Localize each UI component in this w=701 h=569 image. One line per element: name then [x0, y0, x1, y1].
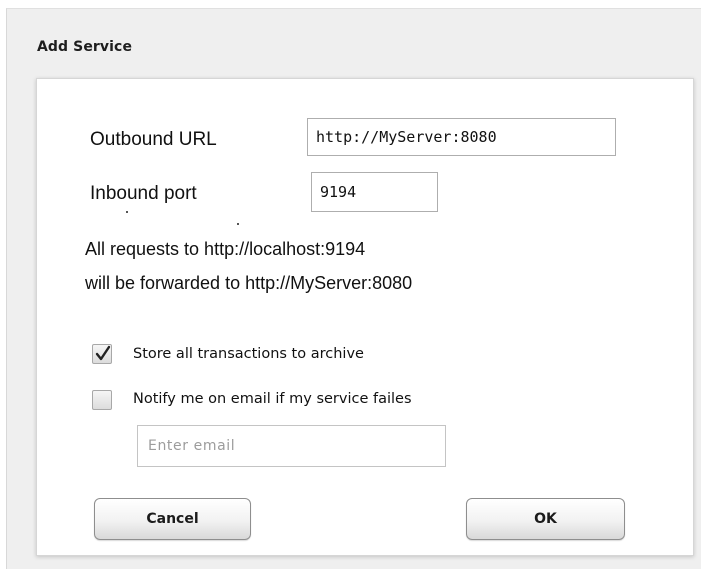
stray-dot — [237, 223, 239, 225]
forwarding-info-line-1: All requests to http://localhost:9194 — [85, 239, 366, 259]
outbound-url-label: Outbound URL — [90, 129, 217, 150]
cancel-button[interactable]: Cancel — [94, 498, 251, 540]
store-archive-checkbox[interactable] — [92, 344, 112, 364]
check-icon — [95, 345, 111, 361]
dialog-content-panel: Outbound URL Inbound port All requests t… — [36, 78, 694, 556]
dialog-title: Add Service — [37, 39, 133, 55]
stray-dot — [126, 211, 128, 213]
add-service-dialog: Add Service Outbound URL Inbound port Al… — [6, 8, 701, 569]
inbound-port-label: Inbound port — [90, 183, 197, 204]
inbound-port-input[interactable] — [311, 172, 438, 212]
notify-email-checkbox[interactable] — [92, 390, 112, 410]
forwarding-info-line-2: will be forwarded to http://MyServer:808… — [85, 273, 413, 293]
outbound-url-input[interactable] — [307, 118, 616, 156]
email-input[interactable] — [137, 425, 446, 467]
store-archive-label: Store all transactions to archive — [133, 346, 364, 362]
ok-button[interactable]: OK — [466, 498, 625, 540]
notify-email-label: Notify me on email if my service failes — [133, 391, 412, 407]
